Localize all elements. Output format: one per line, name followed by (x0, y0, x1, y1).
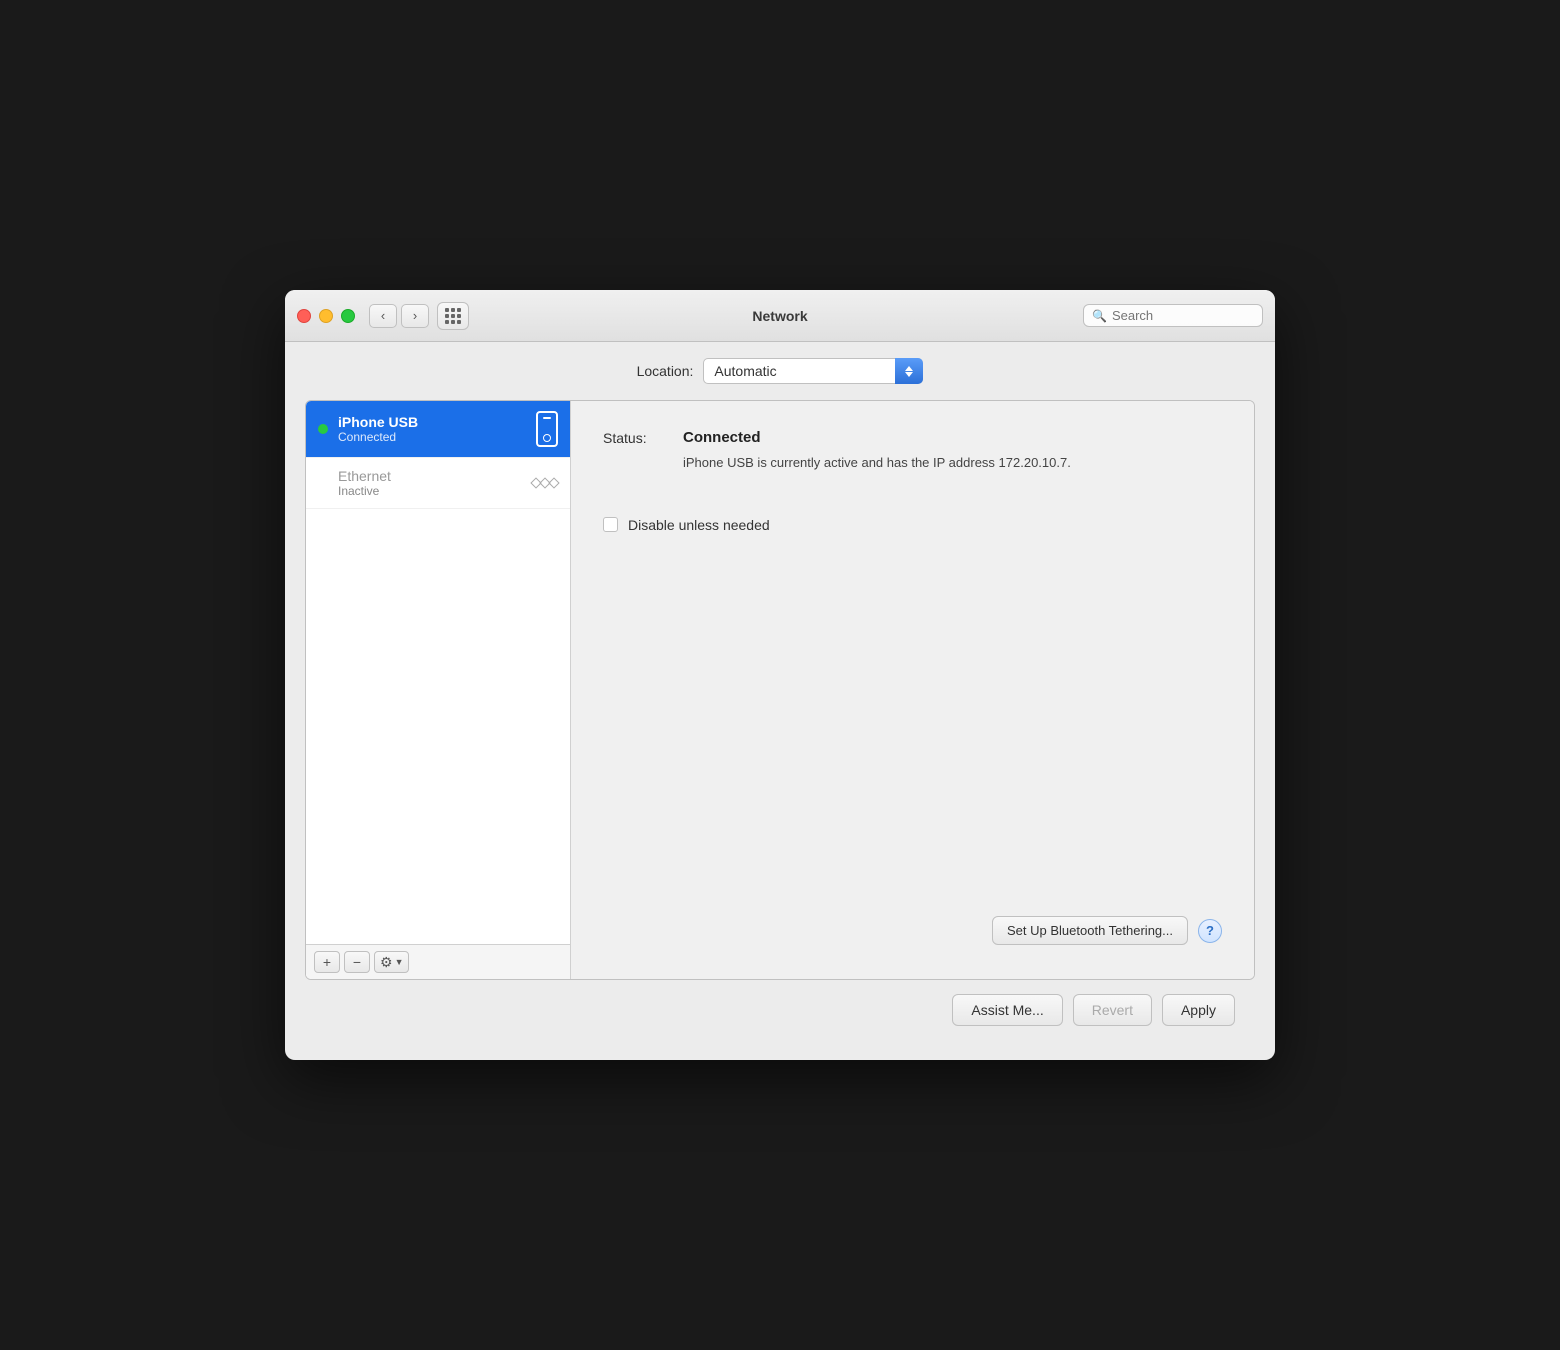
status-label: Status: (603, 429, 683, 446)
main-panel: iPhone USB Connected Ethernet Inactive (305, 400, 1255, 980)
search-bar[interactable]: 🔍 (1083, 304, 1263, 327)
location-select[interactable]: Automatic Edit Locations... (703, 358, 923, 384)
close-button[interactable] (297, 309, 311, 323)
gear-dropdown-arrow: ▼ (395, 957, 404, 967)
iphone-usb-status: Connected (338, 430, 526, 444)
status-value: Connected (683, 429, 761, 446)
back-button[interactable]: ‹ (369, 304, 397, 328)
content-area: Location: Automatic Edit Locations... (285, 342, 1275, 1060)
right-bottom: Set Up Bluetooth Tethering... ? (603, 916, 1222, 959)
ethernet-icon (532, 479, 558, 487)
ethernet-text: Ethernet Inactive (338, 468, 522, 498)
iphone-icon (536, 411, 558, 447)
sidebar-list: iPhone USB Connected Ethernet Inactive (306, 401, 570, 944)
status-info: Connected iPhone USB is currently active… (683, 429, 1222, 473)
sidebar: iPhone USB Connected Ethernet Inactive (306, 401, 571, 979)
add-interface-button[interactable]: + (314, 951, 340, 973)
location-row: Location: Automatic Edit Locations... (305, 358, 1255, 384)
help-button[interactable]: ? (1198, 919, 1222, 943)
sidebar-toolbar: + − ⚙ ▼ (306, 944, 570, 979)
location-select-wrapper: Automatic Edit Locations... (703, 358, 923, 384)
grid-button[interactable] (437, 302, 469, 330)
grid-icon (445, 308, 461, 324)
traffic-lights (297, 309, 355, 323)
assist-me-button[interactable]: Assist Me... (952, 994, 1062, 1026)
main-window: ‹ › Network 🔍 Location: Automatic Edit L… (285, 290, 1275, 1060)
status-row: Status: Connected iPhone USB is currentl… (603, 429, 1222, 473)
iphone-usb-name: iPhone USB (338, 414, 526, 430)
nav-buttons: ‹ › (369, 304, 429, 328)
disable-checkbox-row[interactable]: Disable unless needed (603, 517, 1222, 533)
apply-button[interactable]: Apply (1162, 994, 1235, 1026)
sidebar-item-iphone-usb[interactable]: iPhone USB Connected (306, 401, 570, 458)
status-dot-connected (318, 424, 328, 434)
bottom-actions-row: Set Up Bluetooth Tethering... ? (603, 916, 1222, 959)
bluetooth-tethering-button[interactable]: Set Up Bluetooth Tethering... (992, 916, 1188, 945)
search-icon: 🔍 (1092, 309, 1107, 323)
status-description: iPhone USB is currently active and has t… (683, 453, 1222, 473)
maximize-button[interactable] (341, 309, 355, 323)
remove-interface-button[interactable]: − (344, 951, 370, 973)
footer: Assist Me... Revert Apply (305, 980, 1255, 1040)
gear-menu-button[interactable]: ⚙ ▼ (374, 951, 409, 973)
right-panel: Status: Connected iPhone USB is currentl… (571, 401, 1254, 979)
window-title: Network (752, 308, 807, 324)
titlebar: ‹ › Network 🔍 (285, 290, 1275, 342)
minimize-button[interactable] (319, 309, 333, 323)
disable-checkbox-label: Disable unless needed (628, 517, 770, 533)
status-dot-inactive (318, 478, 328, 488)
forward-button[interactable]: › (401, 304, 429, 328)
disable-checkbox[interactable] (603, 517, 618, 532)
location-label: Location: (637, 363, 694, 379)
ethernet-status: Inactive (338, 484, 522, 498)
gear-icon: ⚙ (380, 954, 393, 971)
iphone-usb-text: iPhone USB Connected (338, 414, 526, 444)
revert-button[interactable]: Revert (1073, 994, 1152, 1026)
ethernet-name: Ethernet (338, 468, 522, 484)
sidebar-item-ethernet[interactable]: Ethernet Inactive (306, 458, 570, 509)
search-input[interactable] (1112, 308, 1254, 323)
